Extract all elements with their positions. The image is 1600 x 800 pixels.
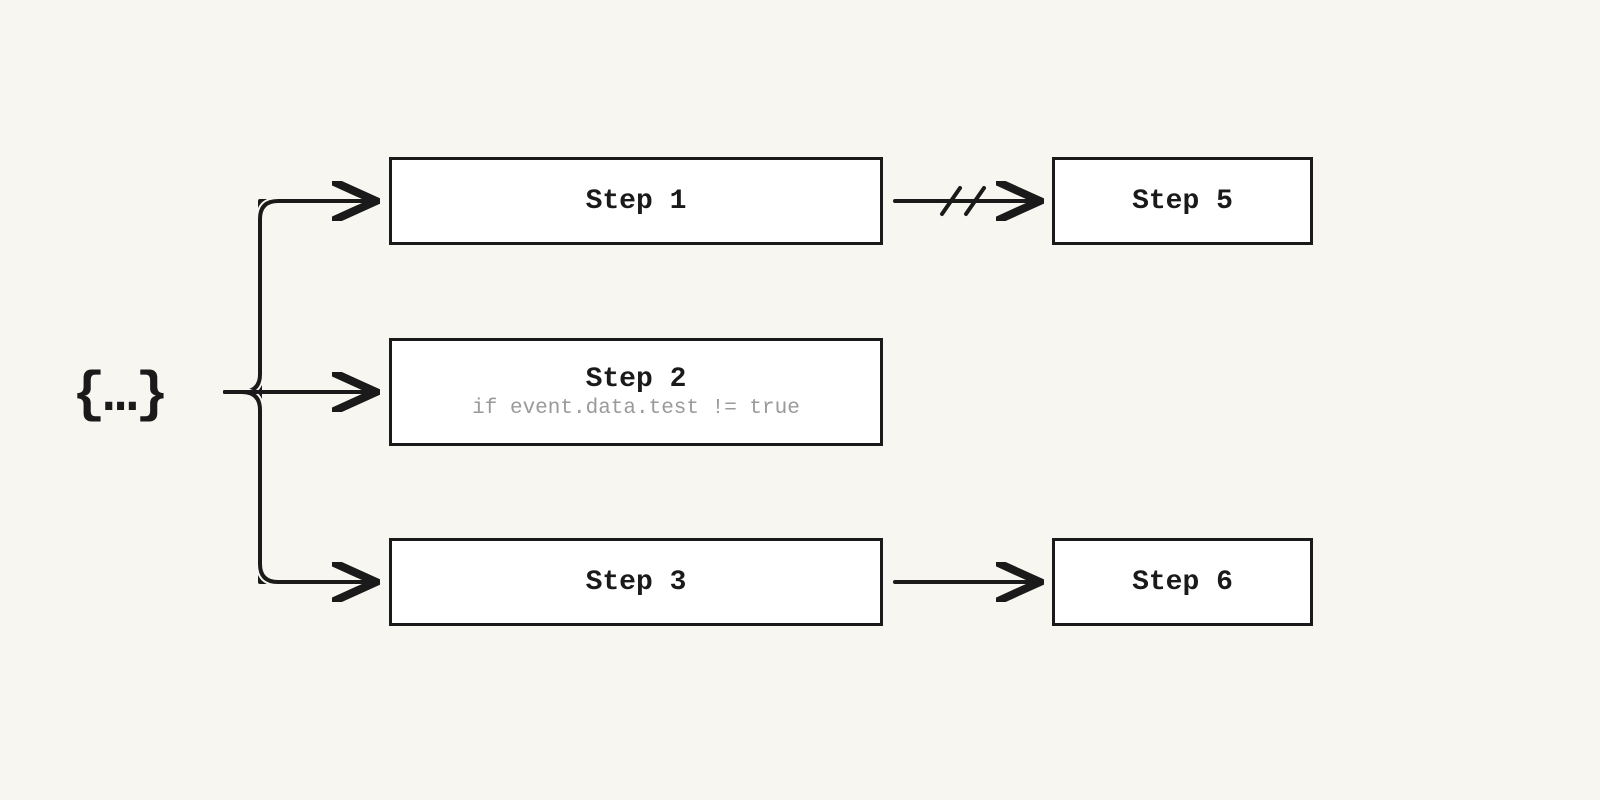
connector-source-to-step3-rounded — [225, 392, 376, 582]
connector-source-to-step1 — [225, 201, 376, 392]
connector-source-to-step1-rounded — [225, 201, 376, 392]
connector-step1-to-step5-broken — [895, 188, 1040, 214]
connector-svg — [0, 0, 1600, 800]
connector-source-to-step3 — [225, 392, 376, 582]
